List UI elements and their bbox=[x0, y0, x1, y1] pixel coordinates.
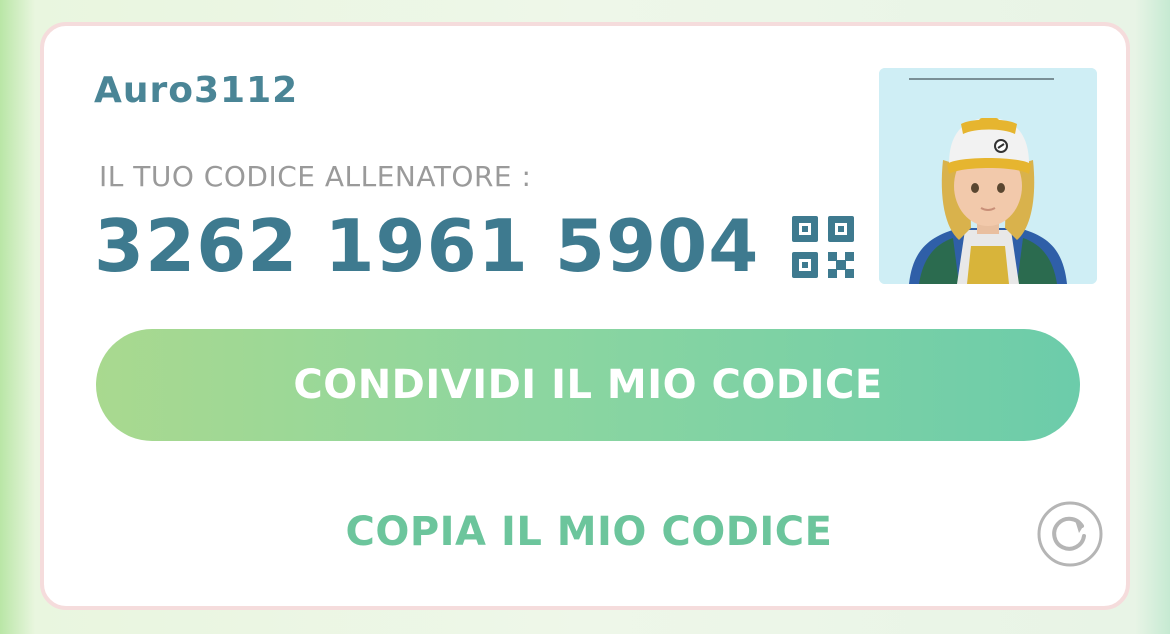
trainer-username: Auro3112 bbox=[94, 70, 299, 111]
trainer-code-card: Auro3112 IL TUO CODICE ALLENATORE : 3262… bbox=[40, 22, 1130, 610]
copy-code-label: COPIA IL MIO CODICE bbox=[345, 509, 833, 555]
qr-code-icon[interactable] bbox=[788, 212, 858, 282]
trainer-avatar bbox=[879, 68, 1097, 284]
copy-code-button[interactable]: COPIA IL MIO CODICE bbox=[244, 502, 934, 562]
trainer-code-label: IL TUO CODICE ALLENATORE : bbox=[99, 160, 532, 193]
share-code-label: CONDIVIDI IL MIO CODICE bbox=[293, 362, 883, 408]
trainer-code-value: 3262 1961 5904 bbox=[94, 204, 760, 288]
share-code-button[interactable]: CONDIVIDI IL MIO CODICE bbox=[96, 329, 1080, 441]
refresh-icon[interactable] bbox=[1036, 500, 1104, 568]
